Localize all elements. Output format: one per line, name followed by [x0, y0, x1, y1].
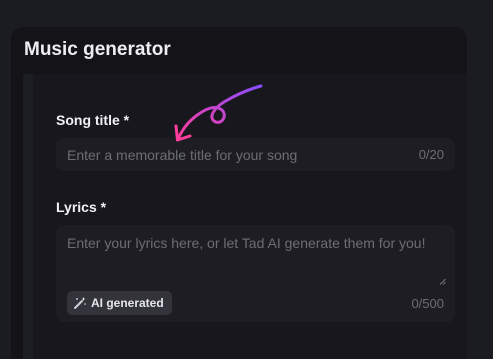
panel-title: Music generator: [24, 39, 171, 60]
song-title-counter: 0/20: [418, 147, 444, 162]
resize-handle-icon[interactable]: [439, 278, 446, 285]
lyrics-textarea[interactable]: [56, 225, 455, 285]
song-title-label: Song title *: [56, 112, 130, 128]
lyrics-field[interactable]: AI generated 0/500: [56, 225, 455, 322]
magic-wand-icon: [74, 297, 86, 309]
screen: Music generator Song title * 0/20 Lyrics…: [0, 0, 493, 359]
lyrics-label: Lyrics *: [56, 199, 107, 215]
lyrics-counter: 0/500: [411, 296, 444, 311]
ai-generated-button[interactable]: AI generated: [67, 291, 172, 315]
song-title-field[interactable]: 0/20: [56, 138, 455, 171]
song-title-input[interactable]: [56, 138, 455, 171]
ai-generated-label: AI generated: [91, 296, 164, 310]
